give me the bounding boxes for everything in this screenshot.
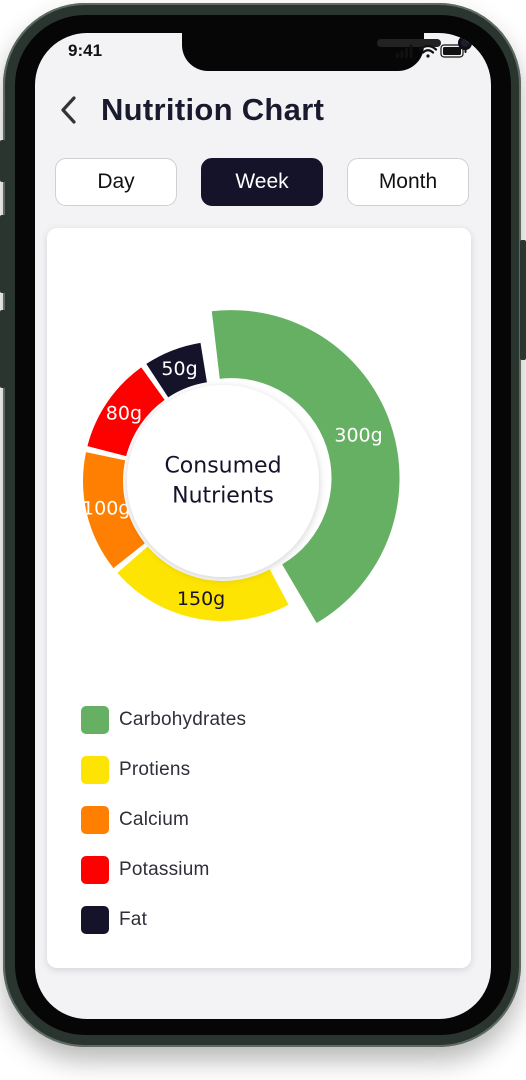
app-screen: 9:41 Nutrition Chart Day Week Month 300g… bbox=[35, 33, 491, 1019]
legend-swatch bbox=[81, 806, 109, 834]
legend-label: Protiens bbox=[119, 759, 191, 780]
status-time: 9:41 bbox=[68, 41, 103, 60]
legend-item-fat: Fat bbox=[81, 906, 246, 934]
signal-icon bbox=[396, 44, 413, 58]
legend-label: Carbohydrates bbox=[119, 709, 247, 730]
legend-item-carbohydrates: Carbohydrates bbox=[81, 706, 246, 734]
slice-label: 50g bbox=[161, 358, 197, 380]
tab-month[interactable]: Month bbox=[347, 158, 469, 206]
center-label: Consumed bbox=[164, 454, 281, 479]
phone-side-button bbox=[0, 140, 6, 182]
legend-item-potassium: Potassium bbox=[81, 856, 246, 884]
legend-item-calcium: Calcium bbox=[81, 806, 246, 834]
legend-swatch bbox=[81, 856, 109, 884]
legend-item-protiens: Protiens bbox=[81, 756, 246, 784]
phone-side-button bbox=[0, 215, 6, 293]
wifi-icon bbox=[418, 44, 438, 58]
back-button[interactable] bbox=[57, 90, 87, 130]
slice-label: 100g bbox=[82, 498, 130, 520]
status-icons bbox=[392, 43, 468, 59]
tab-day[interactable]: Day bbox=[55, 158, 177, 206]
nutrient-donut-chart: 300g 150g 100g 80g 50g Consumed Nutrients bbox=[82, 310, 400, 623]
legend-label: Calcium bbox=[119, 809, 190, 830]
legend-label: Fat bbox=[119, 909, 148, 930]
legend-swatch bbox=[81, 756, 109, 784]
slice-label: 300g bbox=[334, 424, 382, 446]
legend-label: Potassium bbox=[119, 859, 210, 880]
chevron-left-icon bbox=[61, 96, 76, 124]
center-label: Nutrients bbox=[172, 484, 274, 509]
tab-week[interactable]: Week bbox=[201, 158, 323, 206]
phone-side-button bbox=[520, 240, 526, 360]
page-title: Nutrition Chart bbox=[101, 92, 325, 127]
legend-swatch bbox=[81, 906, 109, 934]
slice-label: 150g bbox=[177, 588, 225, 610]
phone-side-button bbox=[0, 310, 6, 388]
battery-icon bbox=[440, 44, 467, 58]
chart-legend: Carbohydrates Protiens Calcium Potassium… bbox=[81, 706, 246, 956]
header: Nutrition Chart bbox=[57, 85, 324, 135]
legend-swatch bbox=[81, 706, 109, 734]
notch bbox=[182, 33, 472, 71]
slice-label: 80g bbox=[106, 402, 142, 424]
donut-center bbox=[127, 385, 319, 577]
chart-card: 300g 150g 100g 80g 50g Consumed Nutrients Carb… bbox=[47, 228, 471, 968]
